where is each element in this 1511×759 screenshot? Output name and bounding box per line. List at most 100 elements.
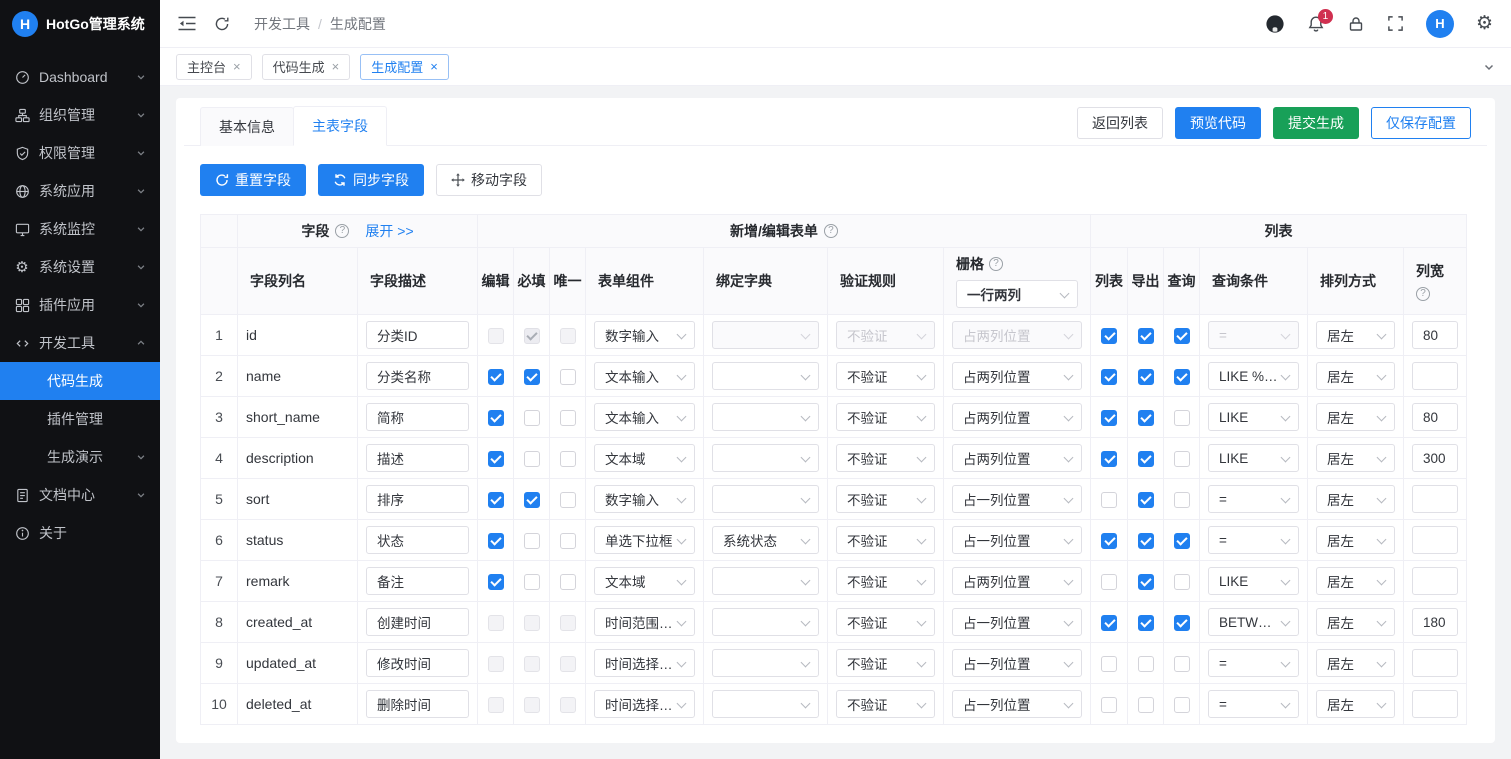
field-desc-input[interactable] [366,690,469,718]
validation-rule-select[interactable]: 不验证 [836,485,935,513]
grid-layout-select[interactable]: 一行两列 [956,280,1078,308]
query-checkbox[interactable] [1173,450,1190,467]
grid-span-select[interactable]: 占两列位置 [952,362,1082,390]
align-select[interactable]: 居左 [1316,526,1395,554]
form-component-select[interactable]: 时间范围选择 [594,608,695,636]
field-desc-input[interactable] [366,567,469,595]
column-width-input[interactable] [1412,444,1459,472]
reset-fields-button[interactable]: 重置字段 [200,164,306,196]
form-component-select[interactable]: 时间选择(Y-... [594,649,695,677]
align-select[interactable]: 居左 [1316,321,1395,349]
align-select[interactable]: 居左 [1316,649,1395,677]
field-desc-input[interactable] [366,485,469,513]
sidebar-item-docs[interactable]: 文档中心 [0,476,160,514]
form-component-select[interactable]: 单选下拉框 [594,526,695,554]
unique-checkbox[interactable] [559,450,576,467]
sidebar-item-system-settings[interactable]: ⚙ 系统设置 [0,248,160,286]
breadcrumb-item[interactable]: 开发工具 [254,14,310,34]
required-checkbox[interactable] [523,409,540,426]
grid-span-select[interactable]: 占两列位置 [952,444,1082,472]
unique-checkbox[interactable] [559,491,576,508]
form-component-select[interactable]: 文本输入 [594,403,695,431]
query-condition-select[interactable]: = [1208,690,1299,718]
query-condition-select[interactable]: LIKE [1208,567,1299,595]
unique-checkbox[interactable] [559,532,576,549]
list-checkbox[interactable] [1101,450,1117,467]
required-checkbox[interactable] [523,573,540,590]
unique-checkbox[interactable] [559,409,576,426]
export-checkbox[interactable] [1137,655,1154,672]
column-width-input[interactable] [1412,690,1459,718]
align-select[interactable]: 居左 [1316,403,1395,431]
sidebar-item-plugin-app[interactable]: 插件应用 [0,286,160,324]
sidebar-item-about[interactable]: 关于 [0,514,160,552]
list-checkbox[interactable] [1101,655,1117,672]
list-checkbox[interactable] [1101,327,1117,344]
bind-dict-select[interactable] [712,362,819,390]
export-checkbox[interactable] [1137,327,1154,344]
query-checkbox[interactable] [1173,491,1190,508]
tabbar-more[interactable] [1473,61,1495,73]
preview-code-button[interactable]: 预览代码 [1175,106,1261,139]
close-icon[interactable] [332,60,340,73]
align-select[interactable]: 居左 [1316,608,1395,636]
validation-rule-select[interactable]: 不验证 [836,362,935,390]
lock-screen-icon[interactable] [1347,15,1365,33]
query-checkbox[interactable] [1173,573,1190,590]
validation-rule-select[interactable]: 不验证 [836,649,935,677]
expand-link[interactable]: 展开 >> [365,221,413,241]
tab-main-table-fields[interactable]: 主表字段 [293,106,387,146]
query-condition-select[interactable]: LIKE [1208,403,1299,431]
field-desc-input[interactable] [366,526,469,554]
query-checkbox[interactable] [1173,368,1190,385]
sidebar-item-devtools[interactable]: 开发工具 [0,324,160,362]
sidebar-item-plugin-management[interactable]: 插件管理 [0,400,160,438]
align-select[interactable]: 居左 [1316,485,1395,513]
help-icon[interactable] [823,224,838,238]
github-icon[interactable] [1265,14,1285,34]
grid-span-select[interactable]: 占一列位置 [952,649,1082,677]
bind-dict-select[interactable]: 系统状态 [712,526,819,554]
back-to-list-button[interactable]: 返回列表 [1077,106,1163,139]
grid-span-select[interactable]: 占一列位置 [952,690,1082,718]
field-desc-input[interactable] [366,403,469,431]
query-condition-select[interactable]: LIKE %...% [1208,362,1299,390]
sidebar-item-generation-demo[interactable]: 生成演示 [0,438,160,476]
field-desc-input[interactable] [366,321,469,349]
query-condition-select[interactable]: = [1208,526,1299,554]
field-desc-input[interactable] [366,649,469,677]
grid-span-select[interactable]: 占一列位置 [952,608,1082,636]
export-checkbox[interactable] [1137,368,1154,385]
field-desc-input[interactable] [366,362,469,390]
validation-rule-select[interactable]: 不验证 [836,690,935,718]
app-logo[interactable]: H HotGo管理系统 [0,0,160,48]
validation-rule-select[interactable]: 不验证 [836,567,935,595]
list-checkbox[interactable] [1101,614,1117,631]
required-checkbox[interactable] [523,532,540,549]
edit-checkbox[interactable] [487,573,504,590]
notification-bell-icon[interactable]: 1 [1307,8,1333,33]
bind-dict-select[interactable] [712,403,819,431]
query-condition-select[interactable]: = [1208,485,1299,513]
query-condition-select[interactable]: = [1208,649,1299,677]
query-checkbox[interactable] [1173,696,1190,713]
grid-span-select[interactable]: 占一列位置 [952,526,1082,554]
unique-checkbox[interactable] [559,368,576,385]
edit-checkbox[interactable] [487,368,504,385]
field-desc-input[interactable] [366,444,469,472]
form-component-select[interactable]: 文本域 [594,444,695,472]
edit-checkbox[interactable] [487,409,504,426]
bind-dict-select[interactable] [712,649,819,677]
column-width-input[interactable] [1412,362,1459,390]
validation-rule-select[interactable]: 不验证 [836,608,935,636]
export-checkbox[interactable] [1137,491,1154,508]
query-checkbox[interactable] [1173,614,1190,631]
column-width-input[interactable] [1412,403,1459,431]
align-select[interactable]: 居左 [1316,444,1395,472]
help-icon[interactable] [1416,287,1430,301]
form-component-select[interactable]: 数字输入 [594,321,695,349]
form-component-select[interactable]: 文本输入 [594,362,695,390]
sidebar-item-system-monitor[interactable]: 系统监控 [0,210,160,248]
query-condition-select[interactable]: LIKE [1208,444,1299,472]
grid-span-select[interactable]: 占两列位置 [952,403,1082,431]
